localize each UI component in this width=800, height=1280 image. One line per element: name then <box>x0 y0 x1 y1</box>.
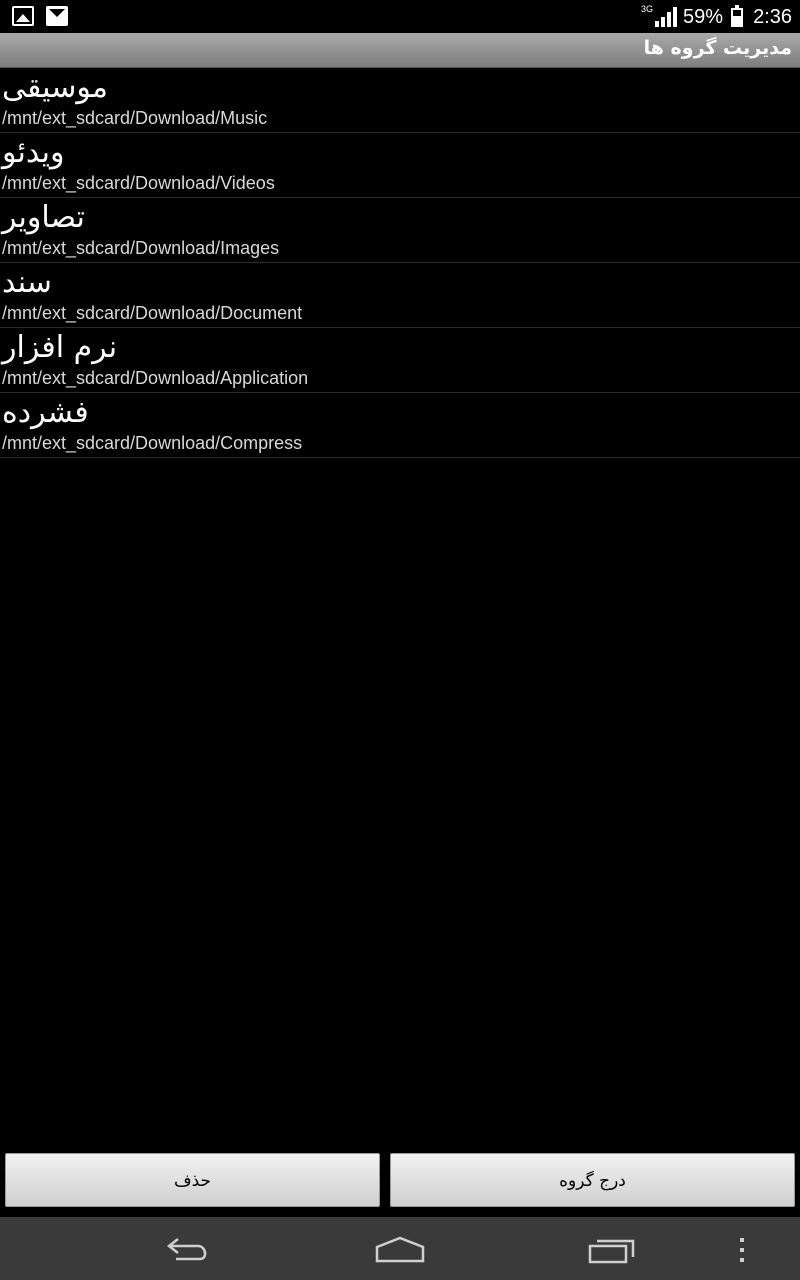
mail-icon <box>46 6 68 26</box>
navigation-bar <box>0 1217 800 1280</box>
add-group-button[interactable]: درج گروه <box>390 1153 795 1207</box>
list-item[interactable]: نرم افزار /mnt/ext_sdcard/Download/Appli… <box>0 328 800 393</box>
list-item[interactable]: موسیقی /mnt/ext_sdcard/Download/Music <box>0 68 800 133</box>
system-indicators: 3G 59% 2:36 <box>641 4 792 30</box>
title-bar: مدیریت گروه ها <box>0 33 800 68</box>
group-path: /mnt/ext_sdcard/Download/Application <box>2 368 309 388</box>
battery-icon <box>731 4 744 27</box>
page-title: مدیریت گروه ها <box>643 37 792 59</box>
home-icon[interactable] <box>374 1235 426 1263</box>
clock: 2:36 <box>753 5 792 28</box>
group-path: /mnt/ext_sdcard/Download/Music <box>2 108 268 128</box>
back-icon[interactable] <box>166 1235 212 1263</box>
network-type: 3G <box>641 4 654 14</box>
list-item[interactable]: فشرده /mnt/ext_sdcard/Download/Compress <box>0 393 800 458</box>
group-name: موسیقی <box>2 70 108 105</box>
group-name: ویدئو <box>2 135 65 170</box>
recent-apps-icon[interactable] <box>587 1235 637 1265</box>
group-name: نرم افزار <box>2 330 118 365</box>
list-item[interactable]: تصاویر /mnt/ext_sdcard/Download/Images <box>0 198 800 263</box>
group-path: /mnt/ext_sdcard/Download/Compress <box>2 433 303 453</box>
status-bar: 3G 59% 2:36 <box>0 0 800 33</box>
battery-percent: 59% <box>683 5 724 28</box>
overflow-menu-icon[interactable] <box>737 1235 747 1265</box>
delete-button[interactable]: حذف <box>5 1153 380 1207</box>
group-path: /mnt/ext_sdcard/Download/Videos <box>2 173 275 193</box>
group-path: /mnt/ext_sdcard/Download/Images <box>2 238 280 258</box>
group-name: تصاویر <box>2 200 85 235</box>
group-path: /mnt/ext_sdcard/Download/Document <box>2 303 303 323</box>
notification-icons <box>12 6 68 28</box>
gallery-icon <box>12 6 34 26</box>
group-list: موسیقی /mnt/ext_sdcard/Download/Music وی… <box>0 68 800 458</box>
signal-icon <box>655 7 678 27</box>
list-item[interactable]: ویدئو /mnt/ext_sdcard/Download/Videos <box>0 133 800 198</box>
group-name: فشرده <box>2 395 89 430</box>
group-name: سند <box>2 265 52 300</box>
list-item[interactable]: سند /mnt/ext_sdcard/Download/Document <box>0 263 800 328</box>
